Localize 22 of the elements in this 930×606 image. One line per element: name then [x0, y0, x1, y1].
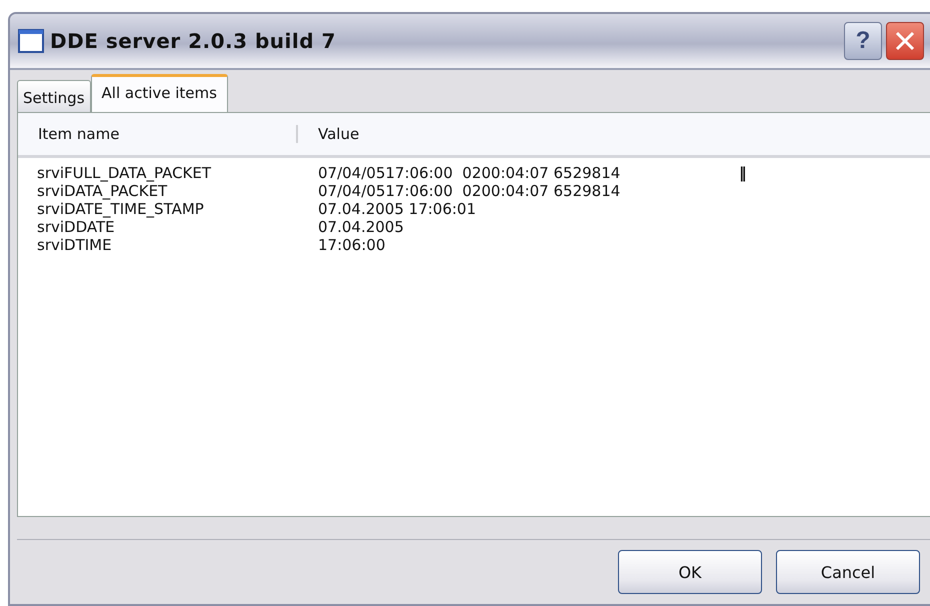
table-cell: ‖: [739, 164, 746, 182]
table-cell-text: 07.04.2005: [318, 218, 405, 236]
close-icon: [894, 30, 916, 52]
table-cell-text: 17:06:00: [318, 236, 386, 254]
window-title: DDE server 2.0.3 build 7: [50, 29, 337, 53]
dialog-button[interactable]: OK: [618, 550, 762, 594]
table-cell-text: srviDATE_TIME_STAMP: [36, 200, 205, 218]
column-header[interactable]: Item name: [18, 125, 298, 143]
table-cell-text: 07/04/0517:06:00 0200:04:07 6529814: [318, 182, 622, 200]
dialog-button[interactable]: Cancel: [776, 550, 920, 594]
table-cell-text: srviDDATE: [36, 218, 116, 236]
table-cell-text: srviDTIME: [36, 236, 113, 254]
column-header[interactable]: Value: [298, 125, 360, 143]
tab[interactable]: Settings: [17, 80, 91, 112]
table-cell-text: srviFULL_DATA_PACKET: [36, 164, 212, 182]
close-button[interactable]: [886, 22, 924, 60]
table-cell-text: srviDATA_PACKET: [36, 182, 168, 200]
window-icon: [18, 29, 44, 53]
table-cell-text: 07.04.2005 17:06:01: [318, 200, 478, 218]
tab[interactable]: All active items: [90, 74, 228, 112]
table-cell-text: 07/04/0517:06:00 0200:04:07 6529814: [318, 164, 622, 182]
help-button[interactable]: ?: [844, 22, 882, 60]
